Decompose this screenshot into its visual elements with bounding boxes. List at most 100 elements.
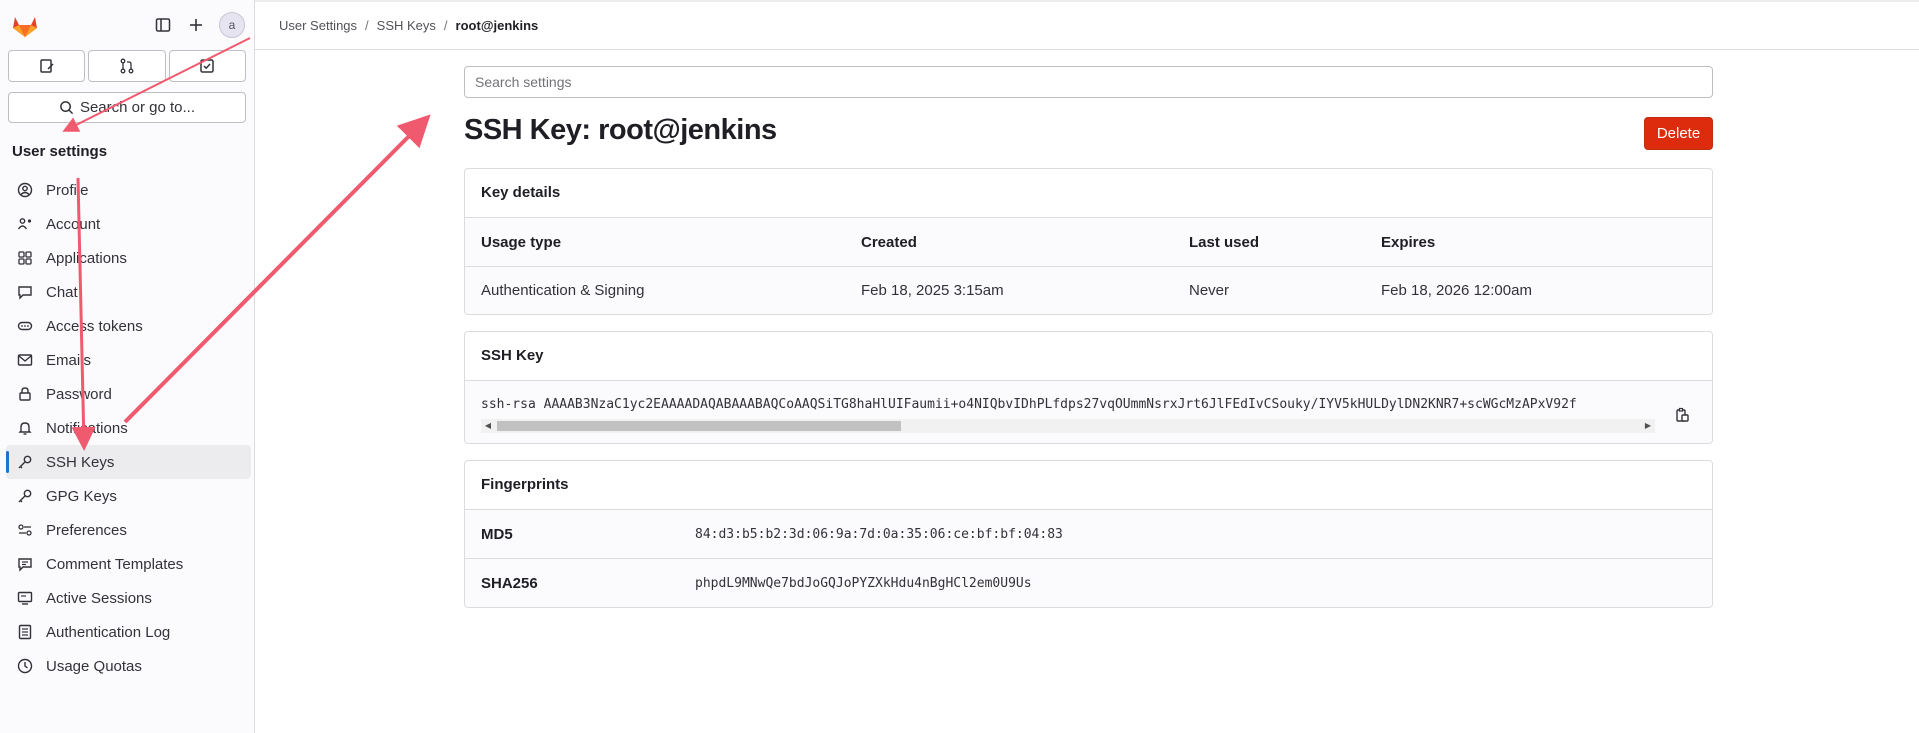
sidebar-item-account[interactable]: Account — [6, 207, 251, 241]
ssh-key-row: ssh-rsa AAAAB3NzaC1yc2EAAAADAQABAAABAQCo… — [465, 381, 1712, 443]
sidebar-item-label: SSH Keys — [46, 453, 115, 471]
issues-icon — [39, 59, 54, 73]
column-header: Expires — [1365, 218, 1712, 267]
sidebar-item-access-tokens[interactable]: Access tokens — [6, 309, 251, 343]
delete-button[interactable]: Delete — [1644, 117, 1713, 150]
quick-actions — [8, 50, 246, 84]
sidebar-item-label: Active Sessions — [46, 589, 152, 607]
sidebar-item-profile[interactable]: Profile — [6, 173, 251, 207]
sidebar-item-comment-templates[interactable]: Comment Templates — [6, 547, 251, 581]
fingerprint-row: SHA256 phpdL9MNwQe7bdJoGQJoPYZXkHdu4nBgH… — [465, 559, 1712, 607]
sidebar-item-label: Preferences — [46, 521, 127, 539]
sidebar-item-label: Notifications — [46, 419, 128, 437]
quota-icon — [16, 657, 34, 675]
key-details-table: Usage type Created Last used Expires Aut… — [465, 218, 1712, 314]
scroll-left-icon[interactable]: ◀ — [481, 419, 495, 433]
sidebar-item-label: Account — [46, 215, 101, 233]
sidebar-item-label: Emails — [46, 351, 92, 369]
breadcrumb-current[interactable]: root@jenkins — [456, 18, 539, 33]
sidebar-item-chat[interactable]: Chat — [6, 275, 251, 309]
fingerprint-label: MD5 — [481, 525, 513, 543]
todo-button[interactable] — [168, 50, 246, 82]
sidebar-nav: Profile Account Applications Chat Access… — [6, 173, 251, 683]
sidebar-item-label: Access tokens — [46, 317, 143, 335]
breadcrumb-separator: / — [443, 18, 448, 33]
breadcrumb-separator: / — [365, 18, 369, 33]
chat-icon — [16, 283, 34, 301]
sidebar-item-label: Usage Quotas — [46, 657, 142, 675]
account-icon — [16, 215, 34, 233]
sidebar-item-usage-quotas[interactable]: Usage Quotas — [6, 649, 251, 683]
merge-request-icon — [120, 58, 134, 74]
sidebar-item-label: Password — [46, 385, 112, 403]
sidebar-item-applications[interactable]: Applications — [6, 241, 251, 275]
scroll-right-icon[interactable]: ▶ — [1641, 419, 1655, 433]
usage-type-cell: Authentication & Signing — [465, 266, 845, 314]
applications-icon — [16, 249, 34, 267]
ssh-key-scroll-area[interactable]: ssh-rsa AAAAB3NzaC1yc2EAAAADAQABAAABAQCo… — [481, 389, 1655, 435]
horizontal-scrollbar[interactable]: ◀ ▶ — [481, 419, 1655, 433]
sidebar-item-label: GPG Keys — [46, 487, 117, 505]
sidebar-item-label: Authentication Log — [46, 623, 171, 641]
fingerprint-value: 84:d3:b5:b2:3d:06:9a:7d:0a:35:06:ce:bf:b… — [695, 526, 1063, 542]
ssh-key-value: ssh-rsa AAAAB3NzaC1yc2EAAAADAQABAAABAQCo… — [481, 397, 1577, 412]
search-icon — [60, 101, 74, 115]
main-content: Search settings SSH Key: root@jenkins De… — [464, 66, 1713, 624]
comment-icon — [16, 555, 34, 573]
key-icon — [16, 453, 34, 471]
sidebar-item-notifications[interactable]: Notifications — [6, 411, 251, 445]
copy-icon[interactable] — [1672, 405, 1692, 425]
sidebar-item-gpg-keys[interactable]: GPG Keys — [6, 479, 251, 513]
column-header: Usage type — [465, 218, 845, 267]
sidebar-item-authentication-log[interactable]: Authentication Log — [6, 615, 251, 649]
sidebar-item-label: Applications — [46, 249, 127, 267]
table-row: Authentication & Signing Feb 18, 2025 3:… — [465, 266, 1712, 314]
fingerprint-row: MD5 84:d3:b5:b2:3d:06:9a:7d:0a:35:06:ce:… — [465, 510, 1712, 559]
key-details-card: Key details Usage type Created Last used… — [464, 168, 1713, 315]
fingerprints-card: Fingerprints MD5 84:d3:b5:b2:3d:06:9a:7d… — [464, 460, 1713, 608]
token-icon — [16, 317, 34, 335]
breadcrumb-user-settings[interactable]: User Settings — [279, 18, 357, 33]
ssh-key-heading: SSH Key — [465, 332, 1712, 381]
last-used-cell: Never — [1173, 266, 1365, 314]
title-row: SSH Key: root@jenkins Delete — [464, 98, 1713, 168]
search-or-go-to-button[interactable]: Search or go to... — [8, 92, 246, 123]
sidebar-toggle-icon[interactable] — [152, 14, 174, 36]
monitor-icon — [16, 589, 34, 607]
sidebar-item-password[interactable]: Password — [6, 377, 251, 411]
sidebar: a Search or go to... User settings Profi… — [0, 0, 255, 733]
avatar[interactable]: a — [219, 12, 245, 38]
ssh-key-card: SSH Key ssh-rsa AAAAB3NzaC1yc2EAAAADAQAB… — [464, 331, 1713, 444]
breadcrumb-ssh-keys[interactable]: SSH Keys — [377, 18, 436, 33]
page-title: SSH Key: root@jenkins — [464, 114, 777, 146]
expires-cell: Feb 18, 2026 12:00am — [1365, 266, 1712, 314]
todo-icon — [200, 59, 215, 73]
profile-icon — [16, 181, 34, 199]
sidebar-item-emails[interactable]: Emails — [6, 343, 251, 377]
sidebar-item-label: Comment Templates — [46, 555, 184, 573]
key-icon — [16, 487, 34, 505]
scrollbar-thumb[interactable] — [497, 421, 901, 431]
column-header: Last used — [1173, 218, 1365, 267]
sidebar-item-active-sessions[interactable]: Active Sessions — [6, 581, 251, 615]
created-cell: Feb 18, 2025 3:15am — [845, 266, 1173, 314]
column-header: Created — [845, 218, 1173, 267]
bell-icon — [16, 419, 34, 437]
mail-icon — [16, 351, 34, 369]
sidebar-item-label: Chat — [46, 283, 78, 301]
sidebar-header: a — [0, 0, 255, 50]
breadcrumb: User Settings / SSH Keys / root@jenkins — [279, 18, 538, 33]
top-bar: User Settings / SSH Keys / root@jenkins — [255, 0, 1919, 50]
search-settings-input[interactable]: Search settings — [464, 66, 1713, 98]
lock-icon — [16, 385, 34, 403]
merge-requests-button[interactable] — [88, 50, 166, 82]
log-icon — [16, 623, 34, 641]
sidebar-item-preferences[interactable]: Preferences — [6, 513, 251, 547]
gitlab-logo-icon[interactable] — [12, 14, 38, 38]
issues-button[interactable] — [8, 50, 86, 82]
create-new-icon[interactable] — [185, 14, 207, 36]
sidebar-section-title: User settings — [12, 143, 108, 160]
fingerprints-heading: Fingerprints — [465, 461, 1712, 510]
sidebar-item-ssh-keys[interactable]: SSH Keys — [6, 445, 251, 479]
sidebar-item-label: Profile — [46, 181, 89, 199]
